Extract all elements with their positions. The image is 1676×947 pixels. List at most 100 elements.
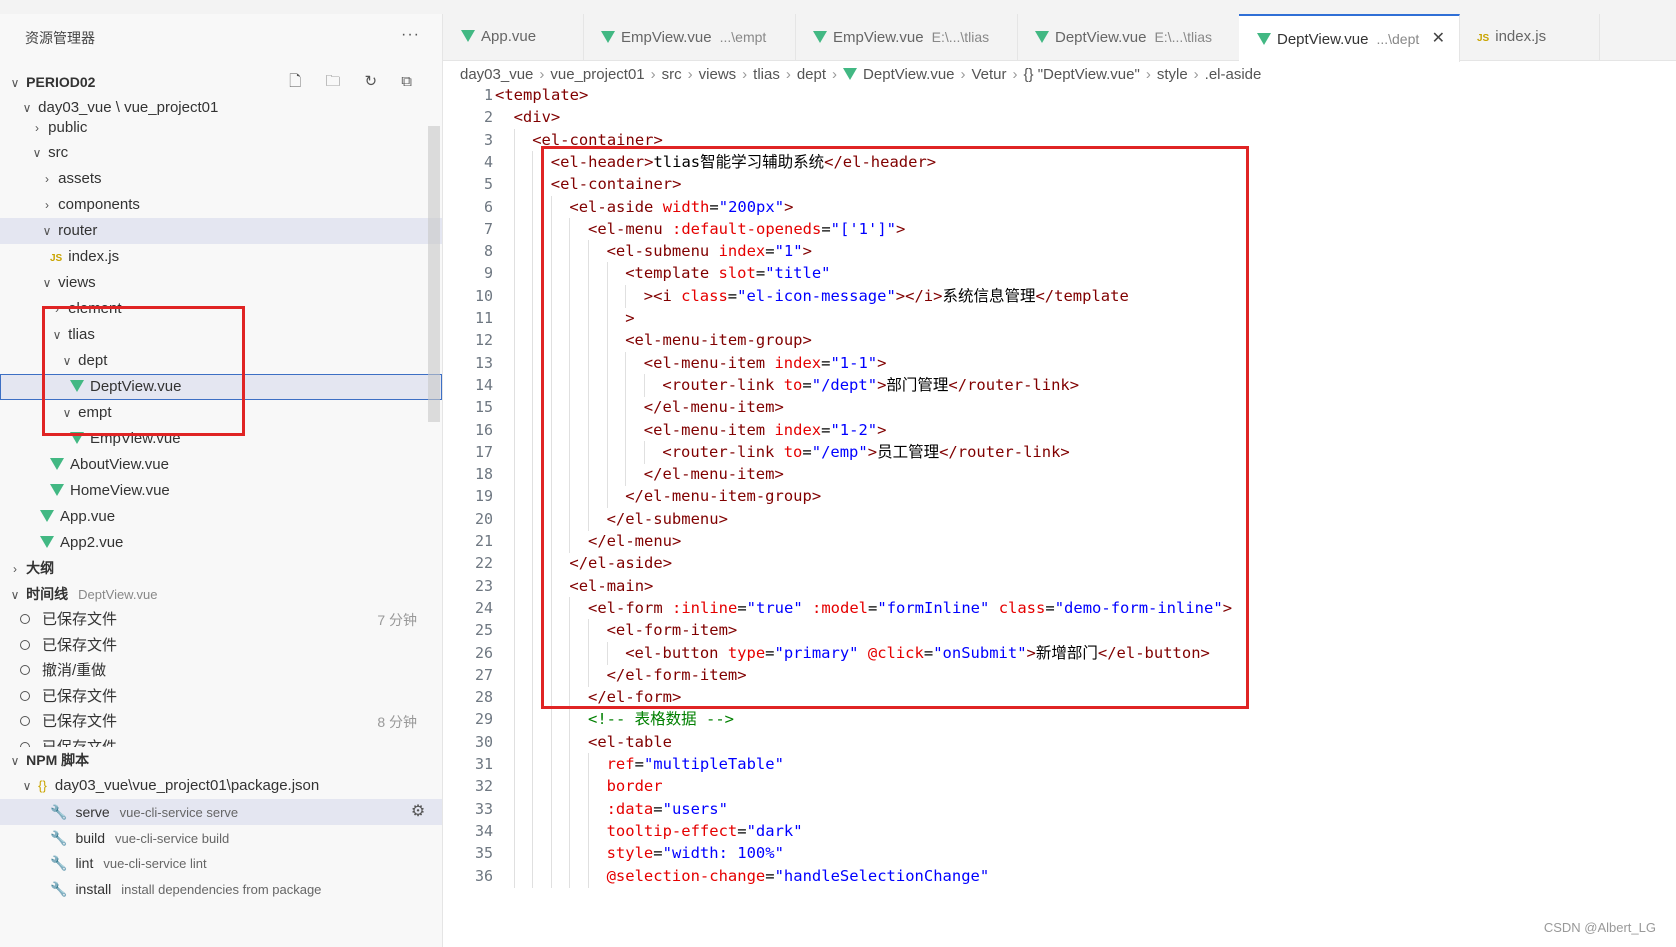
line-number: 25 (474, 621, 493, 640)
tab-path: E:\...\tlias (931, 29, 990, 45)
timeline-item-time: 8 分钟 (377, 714, 417, 730)
timeline-item-time: 7 分钟 (377, 612, 417, 628)
timeline-dot-icon (20, 665, 30, 675)
line-number: 12 (474, 331, 493, 350)
breadcrumb-separator: › (742, 66, 748, 83)
timeline-item-label: 已保存文件 (42, 636, 118, 654)
tree-item[interactable]: App2.vue (0, 530, 442, 556)
code-text: @selection-change="handleSelectionChange… (607, 865, 990, 888)
indent-guide (532, 373, 534, 397)
tree-item-label: assets (58, 170, 102, 187)
chevron-down-icon: ∨ (42, 224, 52, 238)
wrench-icon: 🔧 (50, 829, 68, 846)
more-actions-icon[interactable]: ··· (401, 26, 420, 44)
editor-tab[interactable]: JS index.js (1459, 14, 1600, 60)
close-icon[interactable]: ✕ (1432, 16, 1445, 62)
tree-item[interactable]: AboutView.vue (0, 452, 442, 478)
outline-section-header[interactable]: › 大纲 (0, 555, 442, 581)
explorer-action-icons[interactable]: 🗋 🗀 ↻ ⧉ (289, 69, 422, 95)
breadcrumb-item[interactable]: Vetur (972, 66, 1007, 83)
indent-guide (532, 842, 534, 866)
tab-label: index.js (1495, 28, 1547, 45)
timeline-item[interactable]: 已保存文件 (0, 633, 442, 659)
npm-script[interactable]: 🔧 lint vue-cli-service lint (0, 850, 442, 876)
npm-script[interactable]: 🔧 install install dependencies from packag… (0, 876, 442, 902)
vue-file-icon (40, 510, 54, 522)
tree-item[interactable]: ∨ PERIOD02 🗋 🗀 ↻ ⧉ (0, 69, 442, 95)
breadcrumb-item[interactable]: views (699, 66, 737, 83)
code-token-txt: = (634, 755, 644, 773)
timeline-item[interactable]: 已保存文件 (0, 684, 442, 710)
indent-guide (588, 864, 589, 888)
timeline-section-header[interactable]: ∨ 时间线 DeptView.vue (0, 581, 442, 607)
indent-guide (532, 730, 534, 754)
code-text: border (607, 775, 663, 798)
npm-script[interactable]: 🔧 build vue-cli-service build (0, 825, 442, 851)
indent-guide (513, 284, 515, 308)
chevron-right-icon: › (45, 172, 49, 186)
editor-tab[interactable]: App.vue (443, 14, 584, 60)
indent-guide (569, 797, 571, 821)
tree-item[interactable]: ∨ router (0, 218, 442, 244)
editor-tab[interactable]: EmpView.vue ...\empt (583, 14, 796, 60)
breadcrumb-item[interactable]: dept (797, 66, 826, 83)
breadcrumb-item[interactable]: src (662, 66, 682, 83)
indent-guide (532, 173, 534, 197)
indent-guide (532, 819, 534, 843)
indent-guide (513, 797, 515, 821)
editor-tabs: App.vue EmpView.vue ...\empt EmpView.vue E:\… (443, 14, 1676, 62)
indent-guide (513, 686, 515, 710)
timeline-item[interactable]: 已保存文件 7 分钟 (0, 607, 442, 633)
tree-item[interactable]: › public (0, 115, 442, 141)
breadcrumb-item[interactable]: .el-aside (1205, 66, 1262, 83)
npm-script[interactable]: 🔧 serve vue-cli-service serve ⚙ ▷ (0, 799, 442, 825)
window-top-strip (0, 0, 1676, 15)
breadcrumb-item[interactable]: tlias (753, 66, 780, 83)
indent-guide (513, 307, 515, 330)
indent-guide (532, 217, 534, 241)
breadcrumb-item[interactable]: style (1157, 66, 1188, 83)
chevron-down-icon: ∨ (10, 76, 20, 90)
breadcrumb-item[interactable]: vue_project01 (550, 66, 644, 83)
tree-item-label: src (48, 144, 69, 161)
npm-script-command: vue-cli-service lint (103, 856, 207, 871)
indent-guide (532, 708, 534, 732)
indent-guide (532, 596, 534, 620)
breadcrumb-item[interactable]: day03_vue (460, 66, 533, 83)
indent-guide (550, 819, 552, 843)
npm-script-command: vue-cli-service serve (119, 805, 239, 820)
timeline-file: DeptView.vue (78, 587, 158, 602)
indent-guide (550, 864, 552, 888)
timeline-dot-icon (20, 614, 30, 624)
code-token-txt: = (737, 821, 747, 840)
tree-item[interactable]: › components (0, 192, 442, 218)
indent-guide (513, 530, 515, 553)
debug-run-icons[interactable]: ⚙ ▷ (411, 799, 442, 825)
breadcrumb-separator: › (832, 66, 838, 83)
code-token-txt: = (653, 799, 663, 818)
indent-guide (532, 775, 534, 799)
breadcrumb-item[interactable]: DeptView.vue (843, 66, 955, 83)
code-token-attr: ref (606, 755, 635, 773)
chevron-right-icon: › (35, 121, 39, 135)
indent-guide (550, 797, 552, 821)
timeline-item[interactable]: 已保存文件 8 分钟 (0, 709, 442, 735)
editor-tab[interactable]: DeptView.vue E:\...\tlias (1017, 14, 1240, 60)
npm-section-header[interactable]: ∨ NPM 脚本 (0, 747, 442, 773)
tree-item[interactable]: ∨ views (0, 270, 442, 296)
tree-item-label: PERIOD02 (26, 74, 96, 90)
tree-item[interactable]: › assets (0, 166, 442, 192)
tree-scrollbar[interactable] (428, 126, 440, 422)
editor-tab[interactable]: DeptView.vue ...\dept ✕ (1239, 14, 1460, 62)
tree-item[interactable]: HomeView.vue (0, 478, 442, 504)
editor-tab[interactable]: EmpView.vue E:\...\tlias (795, 14, 1018, 60)
tree-item[interactable]: JS index.js (0, 244, 442, 270)
timeline-item[interactable]: 撤消/重做 (0, 658, 442, 684)
npm-package[interactable]: ∨ {} day03_vue\vue_project01\package.json (0, 773, 442, 799)
tree-item[interactable]: App.vue (0, 504, 442, 530)
indent-guide (513, 373, 515, 397)
chevron-down-icon: ∨ (10, 588, 20, 602)
tree-item[interactable]: ∨ src (0, 140, 442, 166)
breadcrumb-item[interactable]: {} "DeptView.vue" (1024, 66, 1140, 83)
line-number: 28 (474, 688, 493, 707)
